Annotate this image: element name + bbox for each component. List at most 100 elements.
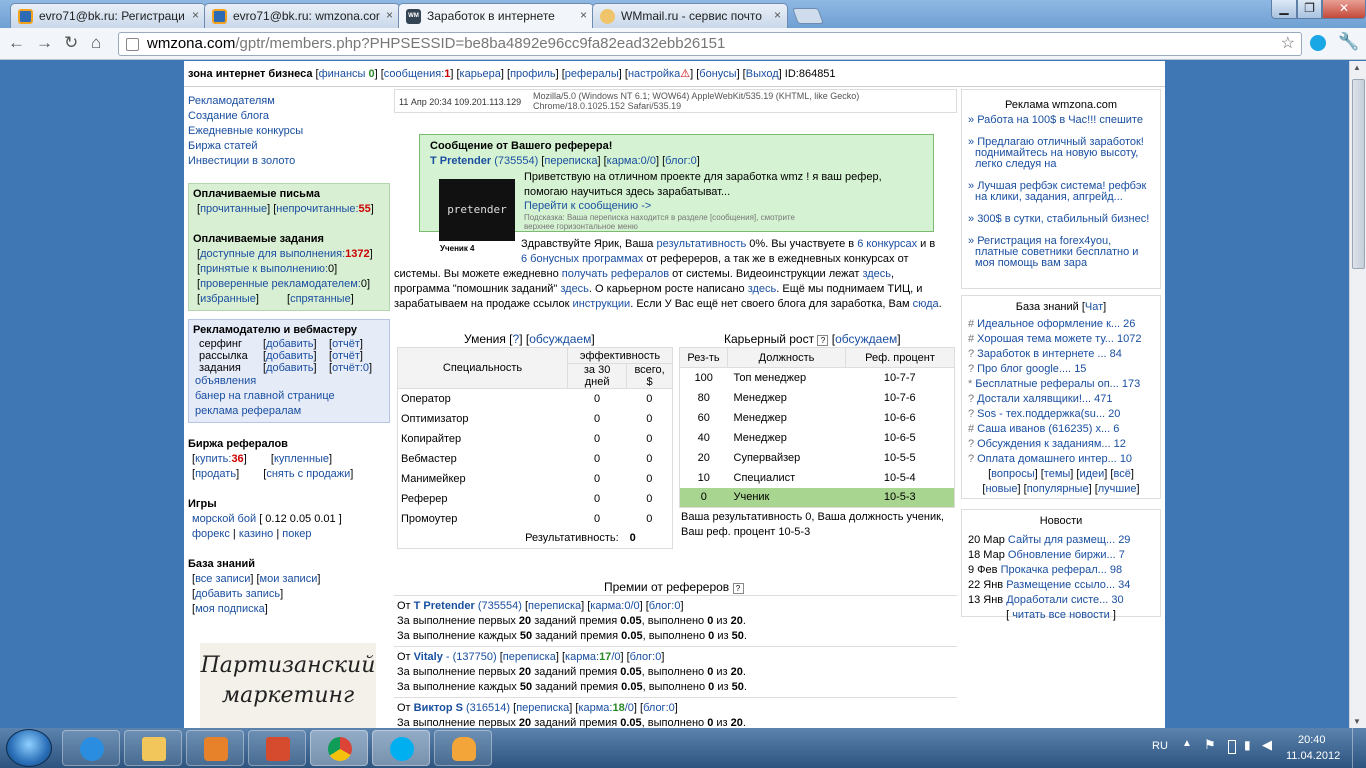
nav-profile[interactable]: профиль bbox=[510, 68, 556, 80]
go-to-message-link[interactable]: Перейти к сообщению -> bbox=[524, 200, 651, 212]
volume-icon[interactable]: ◀ bbox=[1262, 737, 1272, 753]
kb-item[interactable]: ? Достали халявщики!... 471 bbox=[968, 392, 1154, 407]
casino-link[interactable]: казино bbox=[239, 528, 273, 540]
window-close-button[interactable]: ✕ bbox=[1322, 0, 1366, 19]
contests-link[interactable]: 6 конкурсах bbox=[857, 238, 917, 250]
taskbar-media[interactable] bbox=[186, 730, 244, 766]
hidden-link[interactable]: спрятанные bbox=[290, 293, 351, 305]
kb-item[interactable]: ? Заработок в интернете ... 84 bbox=[968, 347, 1154, 362]
kb-item[interactable]: # Идеальное оформление к... 26 bbox=[968, 317, 1154, 332]
news-item[interactable]: 13 Янв Доработали систе... 30 bbox=[968, 593, 1154, 608]
scroll-down-icon[interactable]: ▼ bbox=[1353, 717, 1361, 726]
battery-icon[interactable] bbox=[1228, 740, 1236, 754]
seabattle-link[interactable]: морской бой bbox=[192, 513, 256, 525]
clock-time[interactable]: 20:40 bbox=[1298, 734, 1326, 746]
browser-tab-1[interactable]: evro71@bk.ru: Регистраци × bbox=[10, 3, 206, 28]
link-referral-ads[interactable]: реклама рефералам bbox=[193, 404, 385, 419]
kb-link[interactable]: Оплата домашнего интер... bbox=[977, 453, 1117, 465]
ad-link[interactable]: Лучшая рефбэк система! рефбэк на клики, … bbox=[975, 180, 1146, 203]
add-link[interactable]: добавить bbox=[266, 362, 313, 374]
kb-item[interactable]: ? Обсуждения к заданиям... 12 bbox=[968, 437, 1154, 452]
kb-link[interactable]: Обсуждения к заданиям... bbox=[977, 438, 1110, 450]
come-here-link[interactable]: сюда bbox=[913, 298, 939, 310]
premium-blog-link[interactable]: блог:0 bbox=[643, 702, 675, 714]
kb-link[interactable]: Саша иванов (616235) х... bbox=[977, 423, 1110, 435]
news-item[interactable]: 20 Мар Сайты для размещ... 29 bbox=[968, 533, 1154, 548]
kb-all-link[interactable]: всё bbox=[1113, 468, 1130, 480]
kb-link[interactable]: Заработок в интернете ... bbox=[977, 348, 1106, 360]
link-announcements[interactable]: объявления bbox=[193, 374, 385, 389]
premium-karma-link[interactable]: карма:0/0 bbox=[590, 600, 639, 612]
nav-exit[interactable]: Выход bbox=[746, 68, 779, 80]
unread-letters-link[interactable]: непрочитанные: bbox=[276, 203, 358, 215]
kb-link[interactable]: Про блог google.... bbox=[977, 363, 1071, 375]
skills-discuss-link[interactable]: обсуждаем bbox=[529, 332, 591, 346]
ad-item[interactable]: » Предлагаю отличный заработок! поднимай… bbox=[968, 137, 1154, 170]
premium-correspondence-link[interactable]: переписка bbox=[516, 702, 569, 714]
page-scrollbar[interactable]: ▲ ▼ bbox=[1349, 61, 1366, 728]
close-icon[interactable]: × bbox=[386, 8, 393, 22]
kb-link[interactable]: Идеальное оформление к... bbox=[977, 318, 1120, 330]
new-tab-button[interactable] bbox=[792, 8, 824, 24]
ad-link[interactable]: Работа на 100$ в Час!!! спешите bbox=[977, 114, 1143, 126]
career-here-link[interactable]: здесь bbox=[748, 283, 777, 295]
all-records-link[interactable]: все записи bbox=[195, 573, 250, 585]
taskbar-paint[interactable] bbox=[248, 730, 306, 766]
language-indicator[interactable]: RU bbox=[1152, 740, 1168, 752]
kb-item[interactable]: ? Про блог google.... 15 bbox=[968, 362, 1154, 377]
ad-link[interactable]: Предлагаю отличный заработок! поднимайте… bbox=[975, 136, 1144, 170]
ad-item[interactable]: » 300$ в сутки, стабильный бизнес! bbox=[968, 214, 1154, 225]
premium-blog-link[interactable]: блог:0 bbox=[649, 600, 681, 612]
nav-settings[interactable]: настройка bbox=[628, 68, 680, 80]
minimize-button[interactable]: ▁ bbox=[1271, 0, 1297, 19]
help-icon[interactable]: ? bbox=[732, 583, 744, 594]
clock-date[interactable]: 11.04.2012 bbox=[1286, 750, 1340, 762]
karma-link[interactable]: карма:0/0 bbox=[607, 155, 656, 167]
help-icon[interactable]: ? bbox=[817, 335, 829, 346]
nav-messages[interactable]: сообщения: bbox=[384, 68, 444, 80]
address-bar[interactable]: wmzona.com/gptr/members.php?PHPSESSID=be… bbox=[118, 32, 1302, 56]
my-records-link[interactable]: мои записи bbox=[260, 573, 318, 585]
close-icon[interactable]: × bbox=[774, 8, 781, 22]
nav-finance[interactable]: финансы bbox=[319, 68, 366, 80]
news-link[interactable]: Размещение ссыло... bbox=[1006, 579, 1115, 591]
bought-referrals-link[interactable]: купленные bbox=[274, 453, 329, 465]
link-create-blog[interactable]: Создание блога bbox=[188, 109, 390, 124]
read-letters-link[interactable]: прочитанные bbox=[200, 203, 267, 215]
browser-tab-4[interactable]: WMmail.ru - сервис почто × bbox=[592, 3, 788, 28]
kb-item[interactable]: # Хорошая тема можете ту... 1072 bbox=[968, 332, 1154, 347]
news-all-link[interactable]: читать все новости bbox=[1012, 609, 1110, 621]
unsell-referrals-link[interactable]: снять с продажи bbox=[266, 468, 350, 480]
kb-ideas-link[interactable]: идеи bbox=[1079, 468, 1104, 480]
taskbar-explorer[interactable] bbox=[124, 730, 182, 766]
news-link[interactable]: Доработали систе... bbox=[1006, 594, 1108, 606]
premium-correspondence-link[interactable]: переписка bbox=[528, 600, 581, 612]
ad-link[interactable]: 300$ в сутки, стабильный бизнес! bbox=[977, 213, 1149, 225]
tray-arrow-icon[interactable]: ▲ bbox=[1182, 738, 1192, 749]
correspondence-link[interactable]: переписка bbox=[544, 155, 597, 167]
blog-link[interactable]: блог:0 bbox=[665, 155, 697, 167]
browser-tab-3[interactable]: WM Заработок в интернете × bbox=[398, 3, 594, 29]
wrench-menu-icon[interactable]: 🔧 bbox=[1338, 32, 1359, 52]
add-record-link[interactable]: добавить запись bbox=[195, 588, 280, 600]
taskbar-skype[interactable] bbox=[372, 730, 430, 766]
close-icon[interactable]: × bbox=[192, 8, 199, 22]
kb-item[interactable]: * Бесплатные рефералы оп... 173 bbox=[968, 377, 1154, 392]
available-tasks-link[interactable]: доступные для выполнения: bbox=[200, 248, 345, 260]
news-link[interactable]: Сайты для размещ... bbox=[1008, 534, 1115, 546]
favorites-link[interactable]: избранные bbox=[200, 293, 256, 305]
get-referrals-link[interactable]: получать рефералов bbox=[562, 268, 669, 280]
maximize-button[interactable]: ❐ bbox=[1297, 0, 1322, 19]
link-daily-contests[interactable]: Ежедневные конкурсы bbox=[188, 124, 390, 139]
link-advertisers[interactable]: Рекламодателям bbox=[188, 94, 390, 109]
kb-topics-link[interactable]: темы bbox=[1044, 468, 1071, 480]
kb-chat-link[interactable]: Чат bbox=[1085, 301, 1103, 313]
nav-bonuses[interactable]: бонусы bbox=[699, 68, 736, 80]
helper-here-link[interactable]: здесь bbox=[560, 283, 589, 295]
kb-best-link[interactable]: лучшие bbox=[1098, 483, 1137, 495]
taskbar-chrome[interactable] bbox=[310, 730, 368, 766]
report-link[interactable]: отчёт:0 bbox=[332, 362, 369, 374]
skype-extension-icon[interactable] bbox=[1310, 35, 1326, 51]
kb-link[interactable]: Sos - тех.поддержка(su... bbox=[977, 408, 1105, 420]
skills-help-link[interactable]: ? bbox=[513, 332, 520, 346]
